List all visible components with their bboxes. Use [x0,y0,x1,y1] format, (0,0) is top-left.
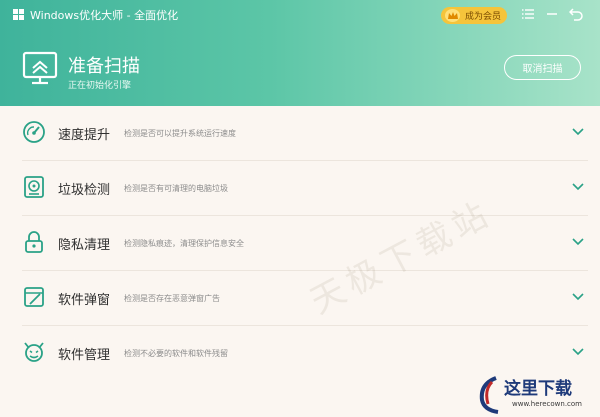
chevron-down-icon[interactable] [570,123,586,139]
scan-item-privacy[interactable]: 隐私清理 检测隐私痕迹，清理保护信息安全 [0,216,600,271]
scan-item-desc: 检测是否可以提升系统运行速度 [124,129,236,138]
scan-item-desc: 检测不必要的软件和软件残留 [124,349,228,358]
scan-item-name: 隐私清理 [58,238,111,253]
speedometer-icon [22,120,46,144]
crown-icon [445,9,460,22]
corner-watermark: 这里下载 www.herecown.com [474,372,600,417]
popup-window-icon [22,285,46,309]
scan-item-desc: 检测是否有可清理的电脑垃圾 [124,184,228,193]
devil-icon [22,340,46,364]
scan-item-name: 速度提升 [58,128,111,143]
scan-item-name: 软件管理 [58,348,111,363]
back-icon[interactable] [568,7,583,21]
become-member-button[interactable]: 成为会员 [441,7,507,24]
cancel-scan-button[interactable]: 取消扫描 [504,55,581,80]
lock-icon [22,230,46,254]
menu-icon[interactable] [521,7,535,21]
scan-item-desc: 检测隐私痕迹，清理保护信息安全 [124,239,244,248]
scan-item-name: 垃圾检测 [58,183,111,198]
scan-status-title: 准备扫描 [68,56,140,77]
minimize-icon[interactable] [545,7,559,21]
chevron-down-icon[interactable] [570,288,586,304]
scan-item-junk[interactable]: 垃圾检测 检测是否有可清理的电脑垃圾 [0,161,600,216]
disk-icon [22,175,46,199]
scan-item-speed[interactable]: 速度提升 检测是否可以提升系统运行速度 [0,106,600,161]
become-member-label: 成为会员 [465,12,502,22]
windows-logo-icon [13,9,25,21]
chevron-down-icon[interactable] [570,343,586,359]
scan-item-name: 软件弹窗 [58,293,111,308]
scan-status-subtitle: 正在初始化引擎 [68,81,132,91]
header-banner: Windows优化大师 - 全面优化 成为会员 准备扫描 正在初始化引擎 取消扫… [0,0,600,106]
chevron-down-icon[interactable] [570,178,586,194]
scan-monitor-icon [22,50,58,86]
scan-item-desc: 检测是否存在恶意弹窗广告 [124,294,220,303]
corner-watermark-url: www.herecown.com [512,400,582,408]
corner-watermark-text: 这里下载 [504,379,572,399]
swoosh-logo-icon [479,376,499,414]
app-title: Windows优化大师 - 全面优化 [30,9,179,22]
app-window: Windows优化大师 - 全面优化 成为会员 准备扫描 正在初始化引擎 取消扫… [0,0,600,417]
title-bar: Windows优化大师 - 全面优化 成为会员 [0,0,600,30]
chevron-down-icon[interactable] [570,233,586,249]
